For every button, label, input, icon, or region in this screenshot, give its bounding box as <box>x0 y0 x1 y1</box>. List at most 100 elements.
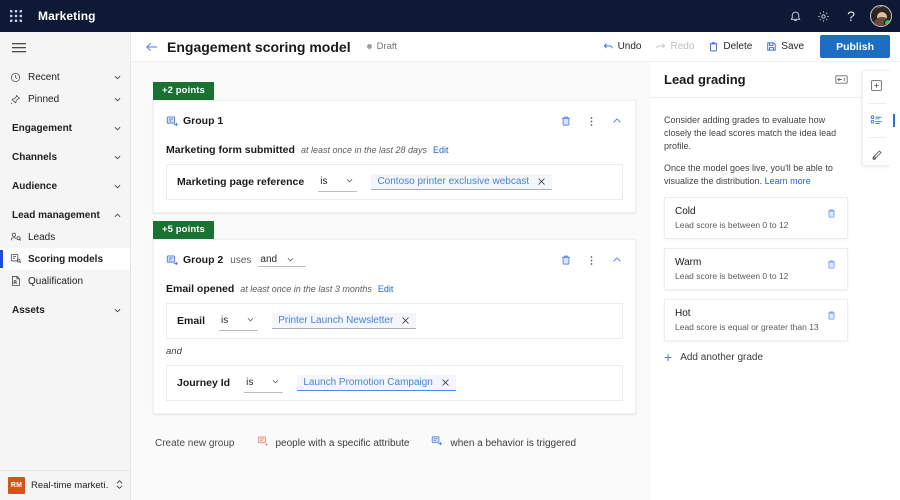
edit-trigger-link[interactable]: Edit <box>433 145 449 155</box>
points-badge[interactable]: +5 points <box>153 221 214 239</box>
create-attribute-group-button[interactable]: people with a specific attribute <box>257 434 410 452</box>
condition-value-token[interactable]: Contoso printer exclusive webcast <box>371 174 553 190</box>
publish-button[interactable]: Publish <box>820 35 890 58</box>
chevron-down-icon[interactable] <box>113 124 122 133</box>
delete-icon[interactable] <box>826 206 837 219</box>
sidebar-item-channels[interactable]: Channels <box>0 146 130 168</box>
trigger-frequency: at least once in the last 28 days <box>300 145 428 155</box>
group-actions <box>560 254 623 266</box>
add-another-grade-button[interactable]: + Add another grade <box>664 350 848 364</box>
remove-value-icon[interactable] <box>441 378 450 387</box>
chevron-down-icon[interactable] <box>113 153 122 162</box>
more-options-icon[interactable] <box>586 255 597 266</box>
chevron-up-icon[interactable] <box>113 211 122 220</box>
app-launcher-icon[interactable] <box>0 10 32 22</box>
group-uses-label: uses <box>230 254 252 266</box>
settings-pen-icon[interactable] <box>866 145 888 165</box>
panel-header: Lead grading <box>650 62 862 98</box>
more-options-icon[interactable] <box>586 116 597 127</box>
top-brand-bar: Marketing ? <box>0 0 900 32</box>
condition-value-text: Printer Launch Newsletter <box>278 315 394 326</box>
right-icon-rail <box>862 70 895 166</box>
back-arrow-icon[interactable] <box>145 41 165 53</box>
chevron-down-icon[interactable] <box>113 182 122 191</box>
trigger-line: Email opened at least once in the last 3… <box>166 283 623 295</box>
notification-bell-icon[interactable] <box>782 3 808 29</box>
app-badge: RM <box>8 477 25 494</box>
chevron-down-icon[interactable] <box>113 306 122 315</box>
plus-icon: + <box>664 349 673 366</box>
condition-operator-select[interactable]: is <box>318 172 358 192</box>
command-bar-actions: Undo Redo Delete Save Publish <box>597 35 890 58</box>
sidebar-item-scoring-models[interactable]: Scoring models <box>0 248 130 270</box>
create-behavior-group-button[interactable]: when a behavior is triggered <box>431 434 576 452</box>
sidebar-item-leads[interactable]: Leads <box>0 226 130 248</box>
edit-trigger-link[interactable]: Edit <box>378 284 394 294</box>
sidebar-item-qualification[interactable]: Qualification <box>0 270 130 292</box>
save-button[interactable]: Save <box>760 36 810 58</box>
status-dot-icon <box>366 44 372 49</box>
add-panel-icon[interactable] <box>866 76 888 96</box>
sidebar-item-pinned[interactable]: Pinned <box>0 88 130 110</box>
undo-button[interactable]: Undo <box>597 36 648 58</box>
delete-button[interactable]: Delete <box>702 36 758 58</box>
sidebar-item-label: Leads <box>28 231 56 243</box>
status-label: Draft <box>376 41 398 52</box>
group-logic-select[interactable]: and <box>258 254 307 267</box>
save-icon <box>766 41 777 52</box>
trigger-name: Email opened <box>166 283 235 295</box>
settings-gear-icon[interactable] <box>810 3 836 29</box>
sidebar-item-recent[interactable]: Recent <box>0 66 130 88</box>
save-label: Save <box>781 41 805 52</box>
hamburger-menu-icon[interactable] <box>0 32 130 62</box>
condition-value-token[interactable]: Printer Launch Newsletter <box>272 313 417 329</box>
remove-value-icon[interactable] <box>401 316 410 325</box>
sidebar-item-lead-management[interactable]: Lead management <box>0 204 130 226</box>
condition-value-text: Contoso printer exclusive webcast <box>377 176 530 187</box>
learn-more-link[interactable]: Learn more <box>765 176 811 186</box>
app-switcher-icon[interactable] <box>115 477 124 495</box>
chevron-down-icon[interactable] <box>113 95 122 104</box>
grade-card[interactable]: Cold Lead score is between 0 to 12 <box>664 197 848 240</box>
condition-operator-select[interactable]: is <box>219 311 259 331</box>
sidebar-item-engagement[interactable]: Engagement <box>0 117 130 139</box>
chevron-down-icon <box>286 255 295 264</box>
collapse-panel-icon[interactable] <box>835 74 848 85</box>
panel-paragraph: Consider adding grades to evaluate how c… <box>664 115 837 152</box>
attribute-group-icon <box>257 434 269 452</box>
user-avatar[interactable] <box>870 5 892 27</box>
condition-attribute: Email <box>177 315 206 327</box>
rail-divider <box>867 102 886 104</box>
help-question-icon[interactable]: ? <box>838 3 864 29</box>
remove-value-icon[interactable] <box>537 177 546 186</box>
delete-icon[interactable] <box>560 115 572 127</box>
condition-operator-value: is <box>221 314 229 326</box>
sidebar-item-label: Lead management <box>12 209 100 221</box>
lead-grading-panel: Lead grading Consider adding grades to e… <box>650 62 862 500</box>
create-attribute-group-label: people with a specific attribute <box>275 437 410 449</box>
condition-separator: and <box>166 346 182 357</box>
sidebar-item-label: Pinned <box>28 93 60 105</box>
delete-icon[interactable] <box>826 257 837 270</box>
redo-button[interactable]: Redo <box>649 36 700 58</box>
app-brand-title[interactable]: Marketing <box>38 9 96 23</box>
sidebar-item-label: Qualification <box>28 275 84 287</box>
leads-icon <box>10 231 26 243</box>
condition-value-token[interactable]: Launch Promotion Campaign <box>297 375 456 391</box>
delete-icon[interactable] <box>560 254 572 266</box>
collapse-chevron-icon[interactable] <box>611 254 623 266</box>
condition-operator-select[interactable]: is <box>244 373 284 393</box>
collapse-chevron-icon[interactable] <box>611 115 623 127</box>
delete-icon[interactable] <box>826 308 837 321</box>
points-badge[interactable]: +2 points <box>153 82 214 100</box>
group-card: Group 2 uses and Email opened at least o… <box>153 239 636 414</box>
lead-grading-icon[interactable] <box>866 111 895 131</box>
app-switcher[interactable]: RM Real-time marketi… <box>0 470 130 500</box>
grade-name: Hot <box>675 308 691 320</box>
grade-card[interactable]: Warm Lead score is between 0 to 12 <box>664 248 848 291</box>
grade-text: Cold Lead score is between 0 to 12 <box>675 206 826 230</box>
chevron-down-icon[interactable] <box>113 73 122 82</box>
sidebar-item-audience[interactable]: Audience <box>0 175 130 197</box>
grade-card[interactable]: Hot Lead score is equal or greater than … <box>664 299 848 342</box>
sidebar-item-assets[interactable]: Assets <box>0 299 130 321</box>
